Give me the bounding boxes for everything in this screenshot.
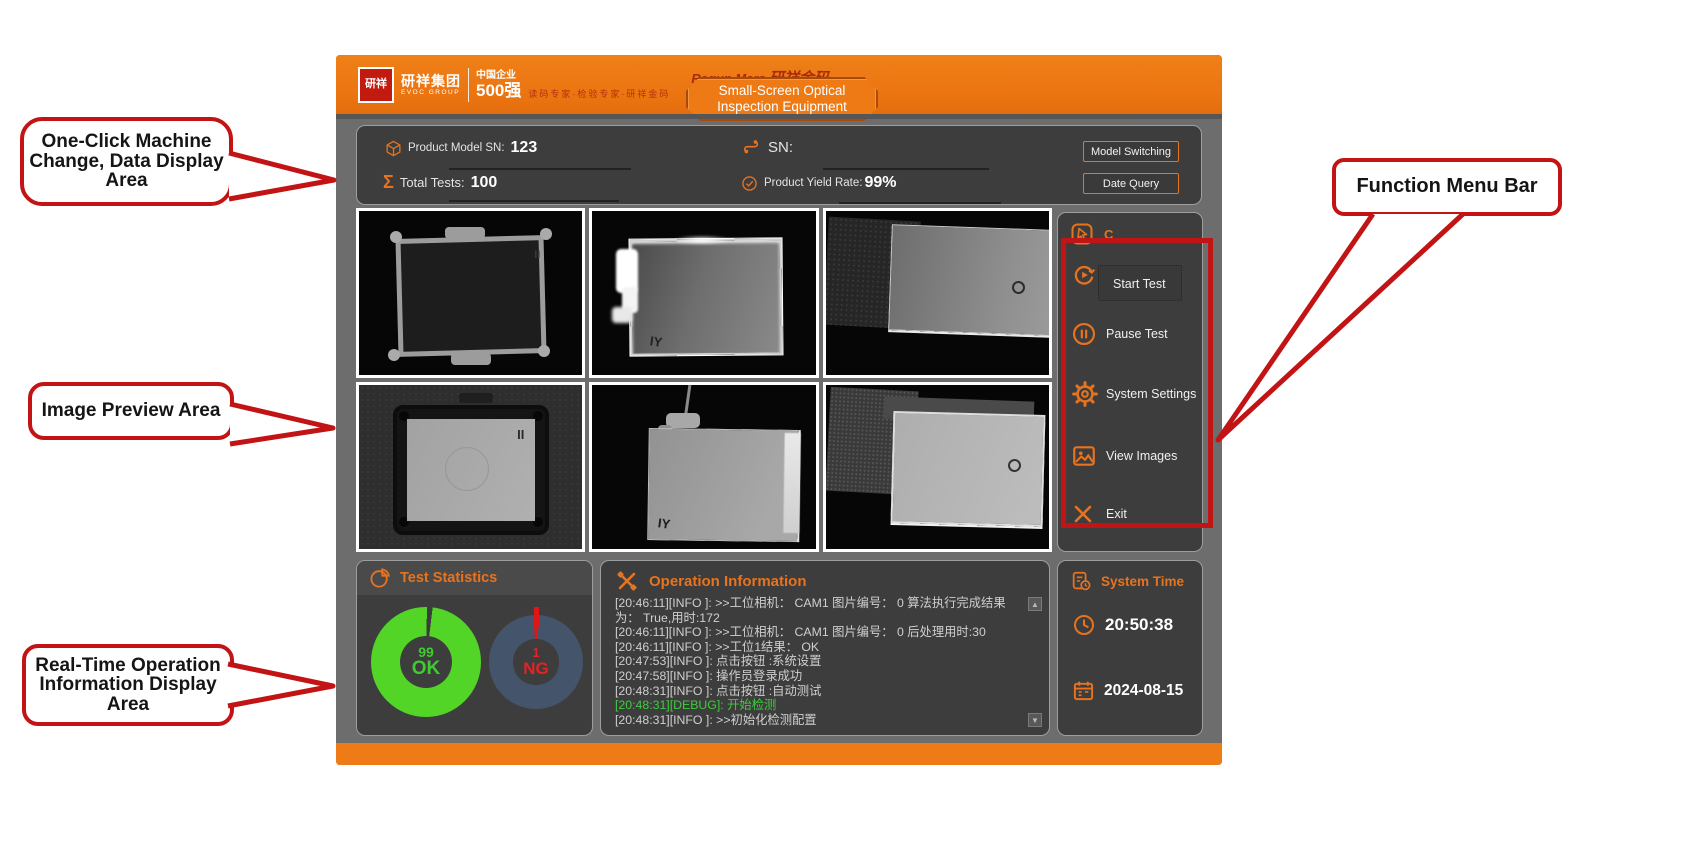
log-line: [20:48:31][INFO ]: 点击按钮 :自动测试 bbox=[615, 684, 1023, 699]
test-statistics-header: Test Statistics bbox=[357, 561, 592, 595]
app-footer-strip bbox=[336, 743, 1222, 765]
callout-data-area: One-Click Machine Change, Data Display A… bbox=[20, 117, 233, 206]
ok-count: 99 bbox=[418, 645, 434, 660]
log-lines: [20:46:11][INFO ]: >>工位相机： CAM1 图片编号： 0 … bbox=[615, 596, 1023, 727]
sn-label: SN: bbox=[768, 139, 793, 156]
total-tests-field: Σ Total Tests: 100 bbox=[383, 172, 497, 193]
log-scroll-down-button[interactable]: ▼ bbox=[1028, 713, 1042, 727]
doc-clock-icon bbox=[1070, 570, 1092, 592]
camera-image-5: IY bbox=[589, 382, 818, 552]
log-line: [20:46:11][INFO ]: >>工位相机： CAM1 图片编号： 0 … bbox=[615, 596, 1023, 625]
callout-tail bbox=[228, 398, 338, 450]
underline bbox=[823, 168, 989, 170]
logo-tagline: 读码专家·检验专家·研祥金码 bbox=[528, 87, 670, 100]
clock-icon bbox=[1072, 613, 1096, 637]
ng-notch bbox=[534, 607, 539, 625]
log-line: [20:46:11][INFO ]: >>工位相机： CAM1 图片编号： 0 … bbox=[615, 625, 1023, 640]
product-model-label: Product Model SN: bbox=[408, 142, 505, 154]
total-tests-value: 100 bbox=[471, 174, 498, 192]
logo-rank-num: 500强 bbox=[476, 82, 521, 99]
yield-value: 99% bbox=[864, 174, 896, 192]
camera-image-1: II bbox=[356, 208, 585, 378]
app-header: 研祥 研祥集团 EVOC GROUP 中国企业 500强 读码专家·检验专家·研… bbox=[336, 55, 1222, 119]
system-date-value-row: 2024-08-15 bbox=[1072, 679, 1183, 702]
logo-group-en: EVOC GROUP bbox=[401, 90, 461, 97]
camera-image-3 bbox=[823, 208, 1052, 378]
pie-chart-icon bbox=[369, 567, 391, 589]
callout-tail bbox=[227, 147, 339, 205]
sigma-icon: Σ bbox=[383, 172, 394, 193]
callout-function-menu: Function Menu Bar bbox=[1332, 158, 1562, 216]
ok-label: OK bbox=[412, 659, 441, 679]
system-time-value-row: 20:50:38 bbox=[1072, 613, 1173, 637]
yield-field: Product Yield Rate: 99% bbox=[741, 174, 896, 192]
logo-divider bbox=[468, 68, 469, 102]
check-circle-icon bbox=[741, 175, 758, 192]
route-icon bbox=[741, 138, 762, 157]
ng-donut-chart: 1 NG bbox=[489, 615, 583, 709]
logo-group-cn: 研祥集团 bbox=[401, 74, 461, 88]
product-model-value: 123 bbox=[511, 139, 538, 157]
model-switching-button[interactable]: Model Switching bbox=[1083, 141, 1179, 162]
box-icon bbox=[385, 140, 402, 157]
log-line-debug: [20:48:31][DEBUG]: 开始检测 bbox=[615, 698, 1023, 713]
callout-realtime-info: Real-Time Operation Information Display … bbox=[22, 644, 234, 726]
log-line: [20:47:58][INFO ]: 操作员登录成功 bbox=[615, 669, 1023, 684]
time-value: 20:50:38 bbox=[1105, 615, 1173, 635]
logo-mark-icon: 研祥 bbox=[358, 67, 394, 103]
operation-info-panel: Operation Information [20:46:11][INFO ]:… bbox=[600, 560, 1050, 736]
camera-image-6 bbox=[823, 382, 1052, 552]
sn-field: SN: bbox=[741, 138, 799, 157]
log-line: [20:46:11][INFO ]: >>工位1结果： OK bbox=[615, 640, 1023, 655]
total-tests-label: Total Tests: bbox=[400, 175, 465, 190]
app-title: Small-Screen Optical Inspection Equipmen… bbox=[686, 77, 878, 121]
ok-donut-chart: 99 OK bbox=[371, 607, 481, 717]
system-time-header: System Time bbox=[1058, 561, 1202, 592]
system-time-panel: System Time 20:50:38 2024-08-15 bbox=[1057, 560, 1203, 736]
underline bbox=[449, 168, 631, 170]
callout-tail bbox=[1208, 211, 1498, 447]
log-line: [20:48:31][INFO ]: >>初始化检测配置 bbox=[615, 713, 1023, 728]
yield-label: Product Yield Rate: bbox=[764, 177, 862, 189]
annotation-menu-outline bbox=[1061, 238, 1213, 528]
date-value: 2024-08-15 bbox=[1104, 682, 1183, 700]
annotated-screenshot: 研祥 研祥集团 EVOC GROUP 中国企业 500强 读码专家·检验专家·研… bbox=[0, 0, 1688, 861]
calendar-icon bbox=[1072, 679, 1095, 702]
test-statistics-panel: Test Statistics 99 OK 1 NG bbox=[356, 560, 593, 736]
log-scroll-up-button[interactable]: ▲ bbox=[1028, 597, 1042, 611]
logo-rank-cn: 中国企业 bbox=[476, 71, 521, 81]
camera-image-2: IY bbox=[589, 208, 818, 378]
underline bbox=[449, 200, 619, 202]
callout-image-preview: Image Preview Area bbox=[28, 382, 234, 440]
ng-label: NG bbox=[523, 660, 549, 678]
image-preview-grid: II IY II bbox=[356, 208, 1052, 552]
callout-tail bbox=[226, 658, 338, 712]
camera-image-4: II bbox=[356, 382, 585, 552]
underline bbox=[839, 202, 1001, 204]
product-model-field: Product Model SN: 123 bbox=[385, 139, 537, 157]
operation-info-header: Operation Information bbox=[601, 561, 1049, 593]
ng-count: 1 bbox=[532, 646, 539, 660]
tools-icon bbox=[615, 569, 639, 593]
log-line: [20:47:53][INFO ]: 点击按钮 :系统设置 bbox=[615, 654, 1023, 669]
data-display-panel: Product Model SN: 123 Σ Total Tests: 100… bbox=[356, 125, 1202, 205]
date-query-button[interactable]: Date Query bbox=[1083, 173, 1179, 194]
